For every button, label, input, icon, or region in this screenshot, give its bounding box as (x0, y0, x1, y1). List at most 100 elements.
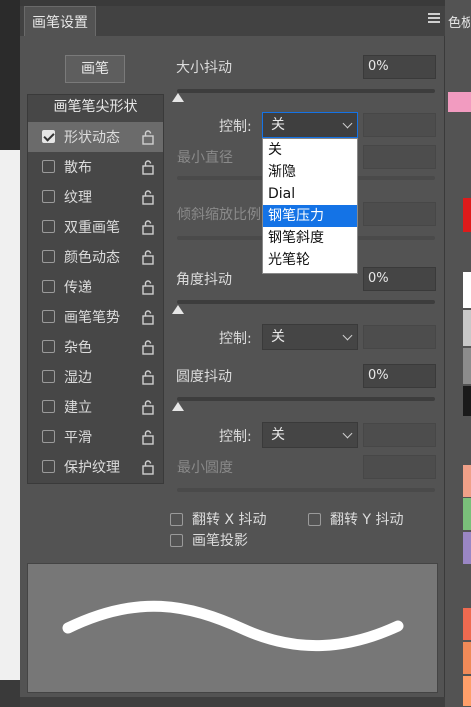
roundness-control-dropdown[interactable]: 关 (262, 422, 358, 448)
lock-icon[interactable] (141, 339, 155, 355)
size-jitter-slider[interactable] (177, 89, 435, 93)
dropdown-option[interactable]: 钢笔压力 (263, 205, 357, 227)
brush-tip-shape-item[interactable]: 画笔笔尖形状 (27, 96, 164, 116)
size-control-value-field (363, 113, 436, 137)
color-swatch[interactable] (463, 465, 471, 497)
angle-control-dropdown[interactable]: 关 (262, 324, 358, 350)
settings-item-checkbox[interactable] (42, 250, 55, 263)
brush-projection-checkbox[interactable] (170, 534, 183, 547)
settings-item-label: 传递 (64, 280, 92, 296)
angle-jitter-slider[interactable] (177, 300, 435, 304)
min-roundness-slider (177, 488, 435, 492)
panel-menu-icon[interactable] (428, 13, 440, 23)
settings-item[interactable]: 平滑 (28, 422, 163, 452)
color-swatch[interactable] (463, 532, 471, 564)
settings-item-checkbox[interactable] (42, 460, 55, 473)
size-jitter-slider-thumb[interactable] (172, 93, 184, 102)
canvas-edge (0, 150, 20, 680)
color-swatch[interactable] (463, 198, 471, 232)
lock-icon[interactable] (141, 189, 155, 205)
size-jitter-input[interactable]: 0% (363, 55, 436, 79)
size-control-value: 关 (271, 117, 285, 133)
brushes-button[interactable]: 画笔 (65, 55, 125, 83)
flip-y-checkbox[interactable] (308, 513, 321, 526)
color-swatch[interactable] (463, 348, 471, 384)
settings-item[interactable]: 散布 (28, 152, 163, 182)
settings-item[interactable]: 纹理 (28, 182, 163, 212)
angle-jitter-input[interactable]: 0% (363, 267, 436, 291)
settings-item-label: 保护纹理 (64, 460, 120, 476)
color-swatch[interactable] (463, 310, 471, 346)
settings-item[interactable]: 画笔笔势 (28, 302, 163, 332)
lock-icon[interactable] (141, 399, 155, 415)
settings-item[interactable]: 传递 (28, 272, 163, 302)
flip-x-checkbox[interactable] (170, 513, 183, 526)
roundness-jitter-input[interactable]: 0% (363, 364, 436, 388)
settings-item-label: 建立 (64, 400, 92, 416)
angle-jitter-slider-thumb[interactable] (172, 305, 184, 314)
settings-item-checkbox[interactable] (42, 130, 55, 143)
lock-icon[interactable] (141, 129, 155, 145)
dropdown-option[interactable]: Dial (263, 183, 357, 205)
lock-icon[interactable] (141, 459, 155, 475)
tilt-scale-label: 倾斜缩放比例 (177, 207, 261, 223)
dropdown-option[interactable]: 光笔轮 (263, 249, 357, 271)
control-label-3: 控制: (219, 429, 252, 445)
settings-item[interactable]: 双重画笔 (28, 212, 163, 242)
lock-icon[interactable] (141, 219, 155, 235)
lock-icon[interactable] (141, 279, 155, 295)
chevron-down-icon (342, 118, 353, 129)
settings-item-checkbox[interactable] (42, 160, 55, 173)
min-diameter-label: 最小直径 (177, 150, 233, 166)
settings-item[interactable]: 建立 (28, 392, 163, 422)
dropdown-option[interactable]: 关 (263, 139, 357, 161)
lock-icon[interactable] (141, 429, 155, 445)
flip-y-label: 翻转 Y 抖动 (330, 512, 404, 528)
color-swatch[interactable] (463, 642, 471, 674)
size-control-dropdown[interactable]: 关 (262, 112, 358, 138)
settings-item-checkbox[interactable] (42, 340, 55, 353)
brush-stroke-preview (27, 563, 438, 693)
lock-icon[interactable] (141, 249, 155, 265)
settings-item-label: 湿边 (64, 370, 92, 386)
dropdown-option[interactable]: 渐隐 (263, 161, 357, 183)
left-background-bottom (0, 680, 20, 707)
settings-item-checkbox[interactable] (42, 430, 55, 443)
settings-item[interactable]: 湿边 (28, 362, 163, 392)
color-swatch[interactable] (463, 272, 471, 308)
control-label: 控制: (219, 119, 252, 135)
roundness-jitter-slider[interactable] (177, 397, 435, 401)
settings-item-checkbox[interactable] (42, 400, 55, 413)
settings-item-label: 杂色 (64, 340, 92, 356)
color-swatch[interactable] (463, 608, 471, 640)
color-swatch[interactable] (463, 676, 471, 706)
settings-item[interactable]: 形状动态 (28, 122, 163, 152)
tilt-scale-input (363, 202, 436, 226)
chevron-down-icon (342, 428, 353, 439)
settings-item-checkbox[interactable] (42, 370, 55, 383)
lock-icon[interactable] (141, 159, 155, 175)
settings-item[interactable]: 颜色动态 (28, 242, 163, 272)
settings-item-label: 画笔笔势 (64, 310, 120, 326)
lock-icon[interactable] (141, 369, 155, 385)
roundness-jitter-slider-thumb[interactable] (172, 402, 184, 411)
settings-item-checkbox[interactable] (42, 280, 55, 293)
settings-item[interactable]: 杂色 (28, 332, 163, 362)
settings-item-checkbox[interactable] (42, 220, 55, 233)
dropdown-option[interactable]: 钢笔斜度 (263, 227, 357, 249)
color-swatch[interactable] (463, 498, 471, 530)
min-roundness-label: 最小圆度 (177, 460, 233, 476)
settings-item-checkbox[interactable] (42, 310, 55, 323)
color-swatch[interactable] (463, 386, 471, 416)
angle-control-value: 关 (271, 329, 285, 345)
min-diameter-input (363, 145, 436, 169)
settings-item-label: 颜色动态 (64, 250, 120, 266)
swatches-tab-label[interactable]: 色板 (448, 12, 470, 31)
angle-control-value-field (363, 325, 436, 349)
lock-icon[interactable] (141, 309, 155, 325)
flip-x-label: 翻转 X 抖动 (192, 512, 267, 528)
color-swatch[interactable] (448, 92, 466, 112)
chevron-down-icon (342, 330, 353, 341)
settings-item-checkbox[interactable] (42, 190, 55, 203)
settings-item[interactable]: 保护纹理 (28, 452, 163, 482)
